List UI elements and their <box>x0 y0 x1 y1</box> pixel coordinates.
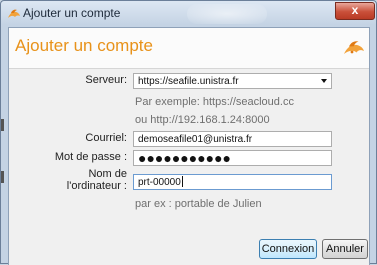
dialog-content: Ajouter un compte Serveur: https://seafi… <box>8 27 370 265</box>
email-label: Courriel: <box>85 132 127 144</box>
text-caret <box>181 176 183 187</box>
window-edge-mark <box>1 171 4 183</box>
chevron-down-icon[interactable] <box>321 79 327 83</box>
computer-name-label-line2: l'ordinateur : <box>66 180 127 192</box>
computer-name-field[interactable]: prt-00000 <box>133 174 332 190</box>
server-label: Serveur: <box>85 74 127 86</box>
background-blur <box>187 4 267 24</box>
title-bar[interactable]: Ajouter un compte x <box>1 1 376 27</box>
seafile-logo-icon <box>8 9 20 18</box>
computer-name-hint: par ex : portable de Julien <box>135 198 262 210</box>
server-hint-example: Par exemple: https://seacloud.cc <box>135 96 294 108</box>
computer-name-value: prt-00000 <box>138 177 181 188</box>
server-value: https://seafile.unistra.fr <box>138 76 239 87</box>
window-title: Ajouter un compte <box>23 6 121 20</box>
server-dropdown[interactable]: https://seafile.unistra.fr <box>133 73 332 89</box>
email-field[interactable]: demoseafile01@unistra.fr <box>133 131 332 147</box>
window-edge-mark <box>1 119 4 131</box>
page-title: Ajouter un compte <box>15 36 153 55</box>
dialog-header: Ajouter un compte <box>9 28 369 69</box>
server-hint-alt: ou http://192.168.1.24:8000 <box>135 114 270 126</box>
seafile-logo-icon <box>344 41 364 54</box>
password-field[interactable]: ●●●●●●●●●●● <box>133 150 332 166</box>
cancel-button[interactable]: Annuler <box>322 239 368 259</box>
password-label: Mot de passe : <box>54 151 127 163</box>
add-account-dialog: Ajouter un compte x Ajouter un compte Se… <box>0 0 377 265</box>
connect-button[interactable]: Connexion <box>259 239 317 259</box>
email-value: demoseafile01@unistra.fr <box>138 134 253 145</box>
computer-name-label-line1: Nom de <box>88 168 127 180</box>
close-button[interactable]: x <box>335 2 375 20</box>
password-value: ●●●●●●●●●●● <box>138 150 232 166</box>
